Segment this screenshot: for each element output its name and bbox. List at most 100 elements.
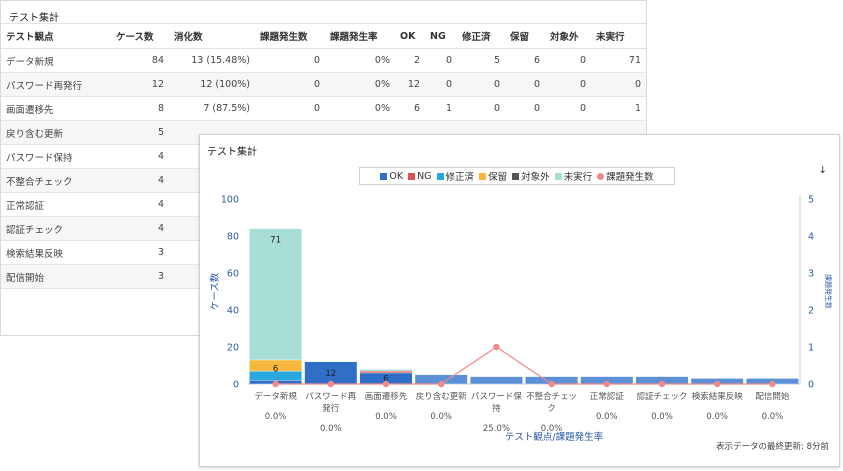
table-cell: 0% — [325, 72, 395, 97]
issue-rate-label: 0.0% — [320, 424, 342, 434]
issue-rate-label: 0.0% — [375, 412, 397, 422]
table-cell: 0 — [505, 72, 545, 97]
table-cell: 0 — [545, 48, 591, 73]
x-tick-label: パスワード保 — [471, 391, 523, 402]
table-cell: 0 — [457, 96, 505, 121]
issue-count-point — [438, 380, 445, 388]
x-tick-label: 正常認証 — [590, 391, 625, 402]
y-left-tick-label: 40 — [227, 306, 239, 317]
table-cell: 84 — [111, 48, 169, 73]
y-left-tick-label: 60 — [227, 269, 239, 280]
chart-panel: テスト集計 OK NG 修正済 保留 対象外 未実行 課題発生数 ↓ 0 20 40 60 80 10… — [199, 134, 840, 467]
column-header[interactable]: 修正済 — [457, 23, 505, 49]
table-cell: 配信開始 — [1, 264, 111, 289]
table-cell: 7 (87.5%) — [169, 96, 255, 121]
table-cell: 0 — [425, 72, 457, 97]
last-updated-text: 表示データの最終更新: 8分前 — [716, 442, 829, 452]
table-cell: 戻り含む更新 — [1, 120, 111, 145]
issue-count-point — [603, 380, 610, 388]
table-cell: 71 — [591, 48, 646, 73]
table-cell: 0 — [425, 48, 457, 73]
table-row: データ新規 84 13 (15.48%) 0 0% 2 0 5 6 0 71 — [1, 48, 646, 73]
column-header[interactable]: 課題発生率 — [325, 23, 395, 49]
y-right-tick-label: 5 — [808, 195, 814, 206]
x-tick-label: 認証チェック — [636, 391, 687, 402]
issue-count-point — [493, 343, 500, 351]
table-cell: 0 — [591, 72, 646, 97]
table-cell: 3 — [111, 264, 169, 289]
table-cell: 1 — [591, 96, 646, 121]
column-header[interactable]: NG — [425, 23, 457, 49]
y-right-tick-label: 3 — [808, 269, 814, 280]
table-cell: パスワード再発行 — [1, 72, 111, 97]
table-cell: 正常認証 — [1, 192, 111, 217]
issue-count-point — [714, 380, 721, 388]
y-left-tick-label: 100 — [221, 195, 239, 206]
x-tick-label: 不整合チェッ — [526, 391, 577, 402]
issue-rate-label: 0.0% — [430, 412, 452, 422]
table-cell: 4 — [111, 168, 169, 193]
y-left-tick-label: 80 — [227, 232, 239, 243]
issue-count-point — [658, 380, 666, 388]
table-cell: 0% — [325, 48, 395, 73]
bar-segment — [359, 368, 413, 372]
table-cell: データ新規 — [1, 48, 111, 73]
table-cell: 0 — [545, 72, 591, 97]
table-cell: 6 — [395, 96, 425, 121]
y-left-tick-label: 0 — [233, 380, 239, 391]
table-cell: 1 — [425, 96, 457, 121]
column-header[interactable]: 保留 — [505, 23, 545, 49]
x-tick-label: 配信開始 — [755, 391, 790, 402]
y-right-tick-label: 1 — [808, 343, 814, 354]
column-header[interactable]: 対象外 — [545, 23, 591, 49]
bar-value-label: 12 — [325, 369, 336, 379]
table-cell: 12 — [395, 72, 425, 97]
y-right-axis-label: 課題発生数 — [824, 274, 833, 309]
table-cell: 画面遷移先 — [1, 96, 111, 121]
x-tick-label: ク — [547, 404, 556, 414]
table-cell: 8 — [111, 96, 169, 121]
table-cell: 0 — [545, 96, 591, 121]
x-tick-label: 発行 — [322, 403, 340, 414]
column-header[interactable]: 未実行 — [591, 23, 646, 49]
y-right-tick-label: 0 — [808, 380, 814, 391]
stacked-bar-chart: 020406080100012345ケース数 課題発生数716データ新規0.0%1… — [209, 195, 833, 444]
column-header[interactable]: 課題発生数 — [255, 23, 325, 49]
bar-value-label: 6 — [273, 364, 278, 374]
table-cell: 5 — [111, 120, 169, 145]
x-tick-label: 画面遷移先 — [365, 391, 408, 402]
table-cell: 0 — [457, 72, 505, 97]
table-cell: 6 — [505, 48, 545, 73]
table-cell: 0 — [255, 72, 325, 97]
table-cell: 不整合チェック — [1, 168, 111, 193]
issue-rate-label: 0.0% — [706, 412, 728, 422]
column-header[interactable]: ケース数 — [111, 23, 169, 49]
bar-segment — [249, 228, 303, 361]
y-right-tick-label: 4 — [808, 232, 814, 243]
column-header[interactable]: OK — [395, 23, 425, 49]
table-cell: 0% — [325, 96, 395, 121]
x-tick-label: 検索結果反映 — [692, 391, 744, 402]
issue-count-point — [327, 380, 334, 388]
table-row: 画面遷移先 8 7 (87.5%) 0 0% 6 1 0 0 0 1 — [1, 96, 646, 121]
column-header[interactable]: テスト観点 — [1, 23, 111, 49]
table-cell: 0 — [255, 48, 325, 73]
issue-count-point — [272, 380, 279, 388]
table-cell: 0 — [255, 96, 325, 121]
table-cell: 検索結果反映 — [1, 240, 111, 265]
table-cell: 12 — [111, 72, 169, 97]
table-panel-title: テスト集計 — [9, 13, 59, 24]
x-tick-label: 持 — [492, 403, 501, 414]
y-right-tick-label: 2 — [808, 306, 814, 317]
table-cell: パスワード保持 — [1, 144, 111, 169]
table-cell: 2 — [395, 48, 425, 73]
y-left-axis-label: ケース数 — [209, 272, 221, 310]
bar-segment — [469, 376, 523, 385]
x-tick-label: パスワード再 — [305, 392, 357, 402]
table-cell: 認証チェック — [1, 216, 111, 241]
bar-value-label: 71 — [270, 236, 281, 246]
table-cell: 4 — [111, 216, 169, 241]
table-cell: 3 — [111, 240, 169, 265]
issue-rate-label: 0.0% — [596, 412, 618, 422]
column-header[interactable]: 消化数 — [169, 23, 255, 49]
